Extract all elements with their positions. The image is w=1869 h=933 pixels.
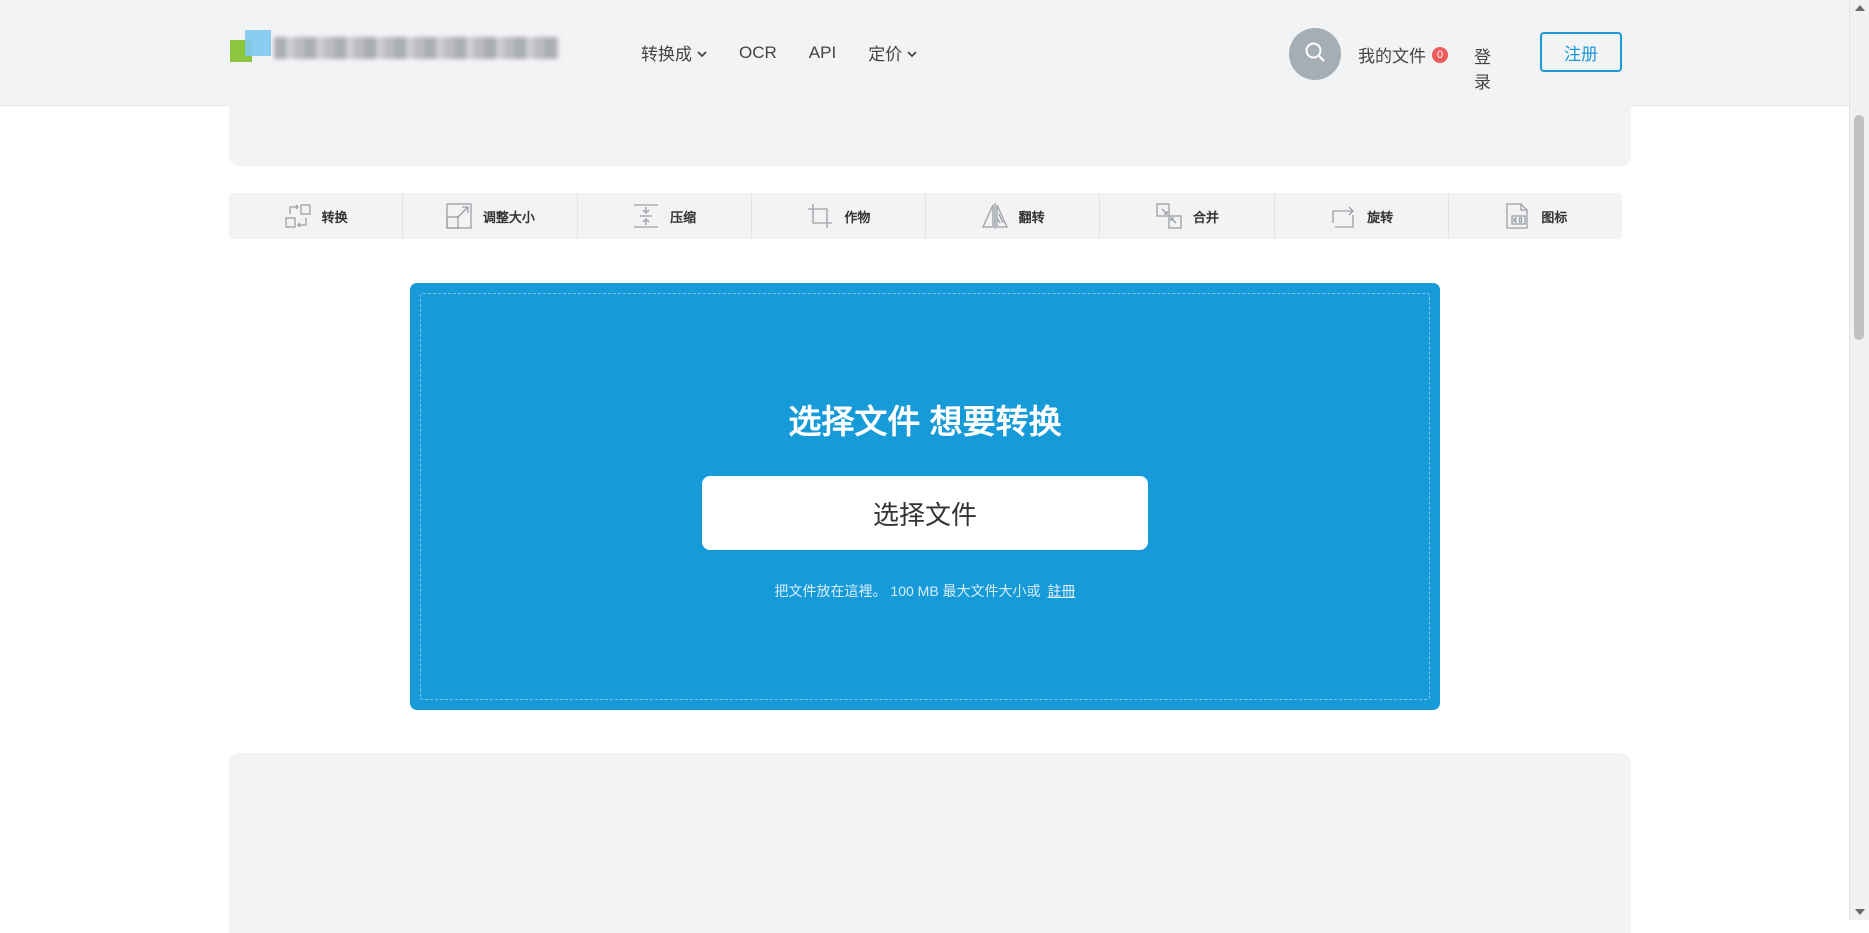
register-link[interactable]: 註冊 — [1047, 583, 1075, 599]
choose-file-button[interactable]: 选择文件 — [702, 476, 1148, 550]
tab-ico[interactable]: 图标 — [1449, 193, 1622, 239]
nav-item-ocr[interactable]: OCR — [739, 40, 777, 65]
upload-dropzone[interactable]: 选择文件 想要转换 选择文件 把文件放在這裡。 100 MB 最大文件大小或 註… — [410, 283, 1440, 710]
convert-icon — [284, 202, 312, 230]
nav-item-label: API — [808, 42, 837, 62]
flip-icon — [981, 202, 1009, 230]
login-link[interactable]: 登录 — [1474, 43, 1491, 93]
tab-label: 转换 — [321, 209, 348, 225]
scroll-up-arrow-icon[interactable] — [1855, 5, 1865, 11]
site-header: 转换成 OCR API 定价 我的文件 0 登录 注册 — [0, 0, 1850, 106]
upload-hint: 把文件放在這裡。 100 MB 最大文件大小或 註冊 — [410, 581, 1440, 601]
tab-label: 图标 — [1541, 209, 1568, 225]
tab-rotate[interactable]: 旋转 — [1275, 193, 1449, 239]
rotate-icon — [1329, 202, 1357, 230]
search-button[interactable] — [1289, 28, 1341, 80]
tab-convert[interactable]: 转换 — [229, 193, 404, 239]
tab-label: 作物 — [844, 209, 871, 225]
my-files-label: 我的文件 — [1358, 47, 1426, 66]
tab-compress[interactable]: 压缩 — [578, 193, 752, 239]
nav-item-pricing[interactable]: 定价 — [868, 40, 917, 65]
nav-item-label: 转换成 — [641, 45, 692, 64]
tab-label: 调整大小 — [482, 209, 535, 225]
bottom-content-panel — [229, 753, 1631, 933]
tab-resize[interactable]: 调整大小 — [403, 193, 578, 239]
main-nav: 转换成 OCR API 定价 — [641, 40, 949, 65]
scroll-down-arrow-icon[interactable] — [1855, 909, 1865, 915]
tab-label: 旋转 — [1367, 209, 1394, 225]
logo-mark-blue — [245, 30, 271, 56]
logo-wordmark-blurred — [274, 37, 559, 59]
nav-item-label: 定价 — [868, 45, 903, 64]
compress-icon — [632, 202, 660, 230]
tab-label: 翻转 — [1018, 209, 1045, 225]
nav-item-convert-to[interactable]: 转换成 — [641, 40, 707, 65]
file-count-badge: 0 — [1432, 46, 1448, 63]
nav-item-api[interactable]: API — [809, 40, 836, 65]
site-logo[interactable] — [229, 27, 559, 79]
signup-button[interactable]: 注册 — [1540, 32, 1622, 72]
search-icon — [1303, 40, 1327, 69]
chevron-down-icon — [907, 43, 917, 63]
my-files-link[interactable]: 我的文件 0 — [1358, 42, 1448, 67]
top-ad-panel — [229, 105, 1631, 166]
tab-label: 压缩 — [670, 209, 697, 225]
merge-icon — [1155, 202, 1183, 230]
upload-title: 选择文件 想要转换 — [788, 403, 1062, 440]
ico-icon — [1503, 202, 1531, 230]
chevron-down-icon — [697, 43, 707, 63]
crop-icon — [806, 202, 834, 230]
tab-crop[interactable]: 作物 — [752, 193, 926, 239]
tool-tabs: 转换 调整大小 压缩 作物 翻转 合并 旋转 图标 — [229, 193, 1622, 239]
tab-label: 合并 — [1192, 209, 1219, 225]
upload-hint-text: 把文件放在這裡。 100 MB 最大文件大小或 — [774, 583, 1041, 599]
nav-item-label: OCR — [739, 42, 777, 62]
page-scrollbar[interactable] — [1849, 0, 1869, 920]
tab-merge[interactable]: 合并 — [1100, 193, 1275, 239]
tab-flip[interactable]: 翻转 — [926, 193, 1101, 239]
scrollbar-thumb[interactable] — [1854, 115, 1864, 340]
resize-icon — [445, 202, 473, 230]
